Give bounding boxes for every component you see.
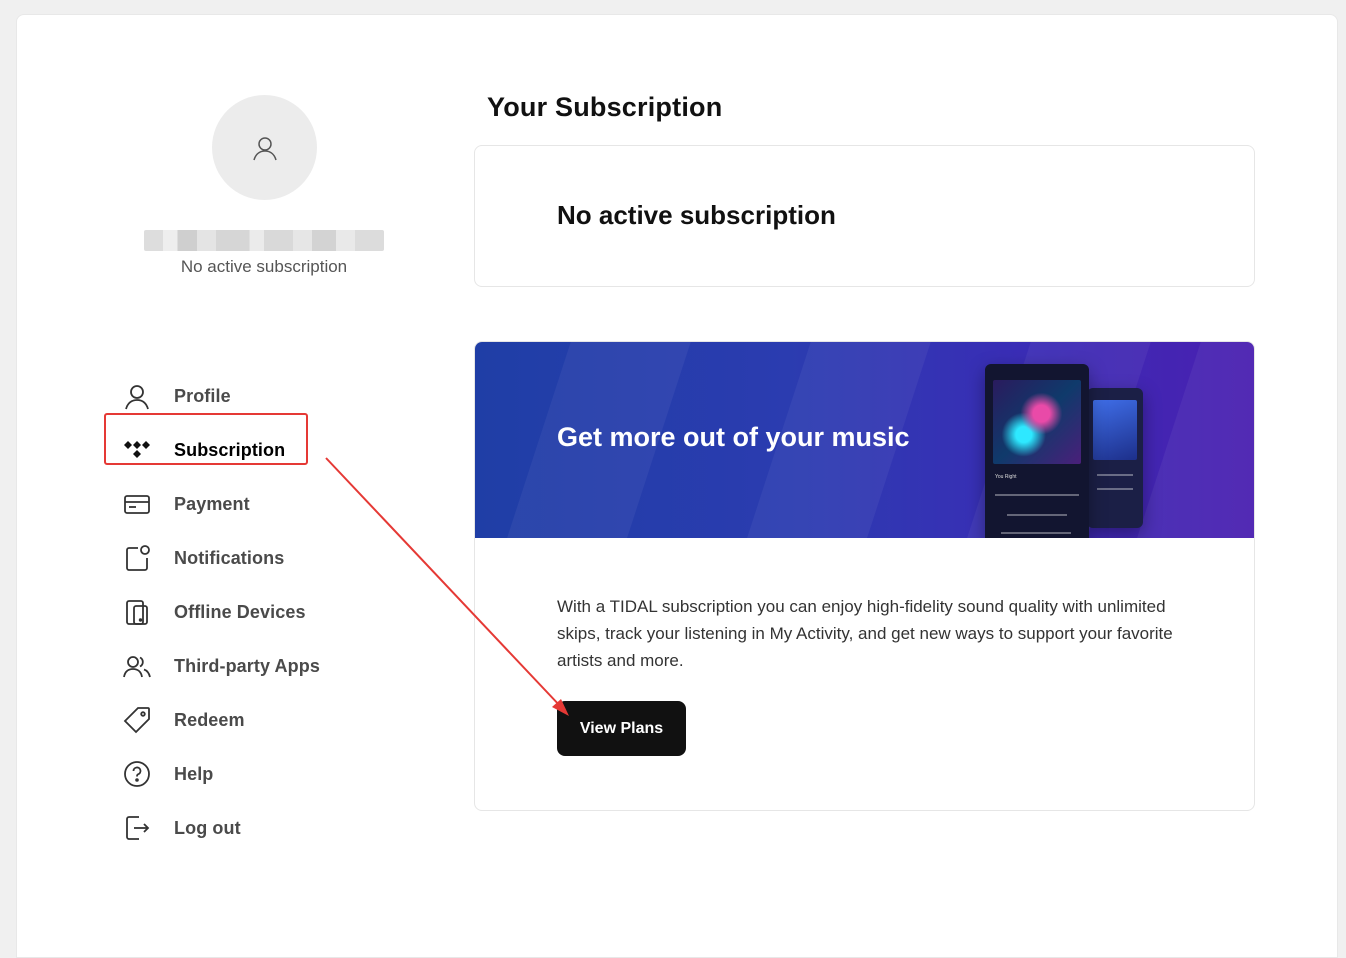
- page-title: Your Subscription: [487, 92, 723, 122]
- sidebar-item-label: Profile: [174, 385, 231, 406]
- tidal-logo-icon: [120, 433, 154, 467]
- credit-card-icon: [120, 487, 154, 521]
- view-plans-button[interactable]: View Plans: [557, 701, 686, 756]
- sidebar-item-redeem[interactable]: Redeem: [120, 693, 380, 747]
- sidebar-item-notifications[interactable]: Notifications: [120, 531, 380, 585]
- subscription-promo-card: Get more out of your music You Right Wit…: [474, 341, 1255, 811]
- promo-banner: Get more out of your music You Right: [475, 342, 1254, 538]
- notification-icon: [120, 541, 154, 575]
- user-icon: [120, 379, 154, 413]
- sidebar-item-label: Offline Devices: [174, 601, 306, 622]
- promo-description: With a TIDAL subscription you can enjoy …: [557, 597, 1173, 670]
- sidebar-item-label: Redeem: [174, 709, 245, 730]
- sidebar-item-label: Notifications: [174, 547, 285, 568]
- user-subscription-status: No active subscription: [180, 257, 348, 276]
- sidebar-item-offline-devices[interactable]: Offline Devices: [120, 585, 380, 639]
- sidebar-item-help[interactable]: Help: [120, 747, 380, 801]
- help-circle-icon: [120, 757, 154, 791]
- sidebar-item-third-party-apps[interactable]: Third-party Apps: [120, 639, 380, 693]
- user-icon: [252, 136, 277, 160]
- sidebar-item-profile[interactable]: Profile: [120, 369, 380, 423]
- devices-icon: [120, 595, 154, 629]
- phone-mockup-image: You Right: [985, 364, 1089, 538]
- account-sidebar-nav: Profile Subscription Payment Notificatio…: [120, 369, 380, 855]
- album-art-image: [993, 380, 1081, 464]
- users-icon: [120, 649, 154, 683]
- sidebar-item-label: Third-party Apps: [174, 655, 320, 676]
- phone-track-title: You Right: [995, 474, 1017, 480]
- sidebar-item-label: Log out: [174, 817, 241, 838]
- avatar[interactable]: [212, 95, 317, 200]
- sidebar-item-subscription[interactable]: Subscription: [120, 423, 380, 477]
- promo-title: Get more out of your music: [557, 422, 910, 452]
- logout-icon: [120, 811, 154, 845]
- sidebar-item-payment[interactable]: Payment: [120, 477, 380, 531]
- sidebar-item-logout[interactable]: Log out: [120, 801, 380, 855]
- username-redacted: [144, 230, 384, 251]
- sidebar-item-label: Payment: [174, 493, 250, 514]
- tag-icon: [120, 703, 154, 737]
- subscription-status-card: No active subscription: [474, 145, 1255, 287]
- sidebar-item-label: Help: [174, 763, 214, 784]
- phone-mockup-image: [1087, 388, 1143, 528]
- subscription-status-text: No active subscription: [557, 200, 836, 230]
- sidebar-item-label: Subscription: [174, 439, 286, 460]
